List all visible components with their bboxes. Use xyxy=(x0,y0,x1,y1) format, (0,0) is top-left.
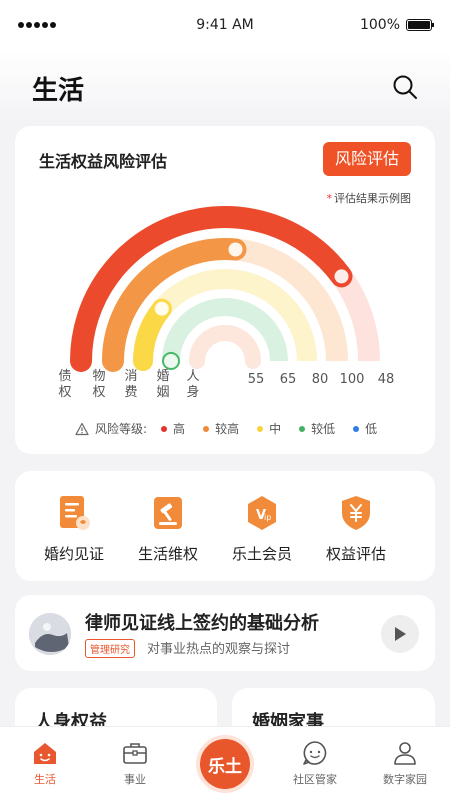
briefcase-icon xyxy=(123,743,147,764)
tab-community[interactable]: 社区管家 xyxy=(270,727,360,800)
legend-dot xyxy=(353,425,360,432)
legend-title: 风险等级: xyxy=(95,422,148,436)
legend-item: 较高 xyxy=(203,420,239,437)
category-label: 姻 xyxy=(156,385,169,400)
arc-4 xyxy=(189,325,261,369)
score-label: 80 xyxy=(312,372,329,387)
service-rights-assessment[interactable]: 权益评估 xyxy=(309,493,403,564)
service-membership[interactable]: V ip 乐土会员 xyxy=(215,493,309,564)
category-label: 身 xyxy=(186,384,199,400)
risk-assessment-card: 债权物权消费婚姻人身 55 65 80 100 48 生活权益风险评估 风险评估 * 评估结… xyxy=(15,126,435,454)
service-label: 生活维权 xyxy=(137,545,198,563)
arc-end-icon xyxy=(164,354,178,368)
letu-logo-icon[interactable]: 乐土 xyxy=(200,739,250,789)
legend-label: 较高 xyxy=(215,422,240,436)
article-title: 律师见证线上签约的基础分析 xyxy=(85,613,319,634)
services-row: 婚约见证 生活维权 V ip 乐土会员 权益评估 xyxy=(27,493,435,564)
legend-dot xyxy=(299,425,306,432)
legend-item: 低 xyxy=(353,420,377,437)
tab-label: 事业 xyxy=(124,773,146,786)
battery-icon xyxy=(406,19,434,31)
yuan-shield-icon xyxy=(342,496,370,530)
arc-2 xyxy=(132,298,172,371)
legend-dot xyxy=(257,425,264,432)
search-icon[interactable] xyxy=(392,74,418,100)
service-label: 权益评估 xyxy=(325,545,386,563)
tab-career[interactable]: 事业 xyxy=(90,727,180,800)
warning-icon xyxy=(75,422,89,435)
category-label: 权 xyxy=(92,384,105,400)
tab-label: 生活 xyxy=(34,773,56,786)
legend-label: 较低 xyxy=(311,422,336,436)
svg-text:ip: ip xyxy=(264,513,271,522)
contract-icon xyxy=(60,496,90,530)
bottom-tab-bar: 生活 事业 乐土 社区管家 数字家园 xyxy=(0,726,450,800)
score-label: 65 xyxy=(280,372,297,387)
article-tag: 管理研究 xyxy=(85,639,135,658)
article-card[interactable]: 律师见证线上签约的基础分析 管理研究 对事业热点的观察与探讨 xyxy=(15,595,435,671)
tab-digital-home[interactable]: 数字家园 xyxy=(360,727,450,800)
gavel-icon xyxy=(154,497,182,529)
services-card: 婚约见证 生活维权 V ip 乐土会员 权益评估 xyxy=(15,471,435,581)
legend-label: 高 xyxy=(173,422,186,436)
legend-label: 低 xyxy=(365,422,378,436)
category-label: 债 xyxy=(58,369,71,384)
score-label: 100 xyxy=(340,372,365,387)
legend-item: 较低 xyxy=(299,420,335,437)
legend-label: 中 xyxy=(269,422,282,436)
chat-face-icon xyxy=(303,741,327,765)
tab-life[interactable]: 生活 xyxy=(0,727,90,800)
arc-end-icon xyxy=(228,242,243,257)
person-icon xyxy=(394,742,416,765)
arc-end-icon xyxy=(334,269,349,284)
tab-label: 数字家园 xyxy=(383,773,427,786)
legend-item: 高 xyxy=(161,420,185,437)
header: 生活 xyxy=(0,50,450,122)
category-label: 人 xyxy=(186,369,199,384)
category-label: 权 xyxy=(58,384,71,400)
legend-dot xyxy=(203,425,210,432)
school-icon xyxy=(432,493,435,533)
vip-icon: V ip xyxy=(248,496,276,530)
service-marriage-witness[interactable]: 婚约见证 xyxy=(27,493,121,564)
service-label: 乐土会员 xyxy=(231,545,292,563)
status-bar: 9:41 AM 100% xyxy=(0,0,450,50)
home-face-icon xyxy=(34,743,56,764)
service-campus[interactable]: 校园 xyxy=(403,493,436,564)
legend-item: 中 xyxy=(257,420,281,437)
risk-legend: 风险等级: 高 较高 中 较低 低 xyxy=(75,420,395,437)
article-thumbnail xyxy=(29,613,71,655)
article-subtitle: 对事业热点的观察与探讨 xyxy=(147,642,291,657)
risk-card-title: 生活权益风险评估 xyxy=(39,152,168,171)
status-time: 9:41 AM xyxy=(196,17,254,33)
page-title: 生活 xyxy=(32,76,85,106)
legend-dot xyxy=(161,425,168,432)
category-label: 费 xyxy=(124,385,137,400)
category-label: 婚 xyxy=(156,369,169,384)
category-label: 物 xyxy=(92,369,105,384)
arc-end-icon xyxy=(154,301,169,316)
score-label: 48 xyxy=(378,372,395,387)
score-label: 55 xyxy=(248,372,265,387)
tab-label: 社区管家 xyxy=(293,773,337,786)
play-icon xyxy=(395,627,406,641)
tab-letu[interactable]: 乐土 xyxy=(180,727,270,800)
service-label: 婚约见证 xyxy=(43,545,104,563)
risk-assess-button[interactable]: 风险评估 xyxy=(322,142,411,176)
example-note: * 评估结果示例图 xyxy=(326,192,412,205)
category-label: 消 xyxy=(124,369,137,384)
service-life-rights[interactable]: 生活维权 xyxy=(121,493,215,564)
example-note-text: 评估结果示例图 xyxy=(334,192,411,205)
play-button[interactable] xyxy=(381,615,419,653)
